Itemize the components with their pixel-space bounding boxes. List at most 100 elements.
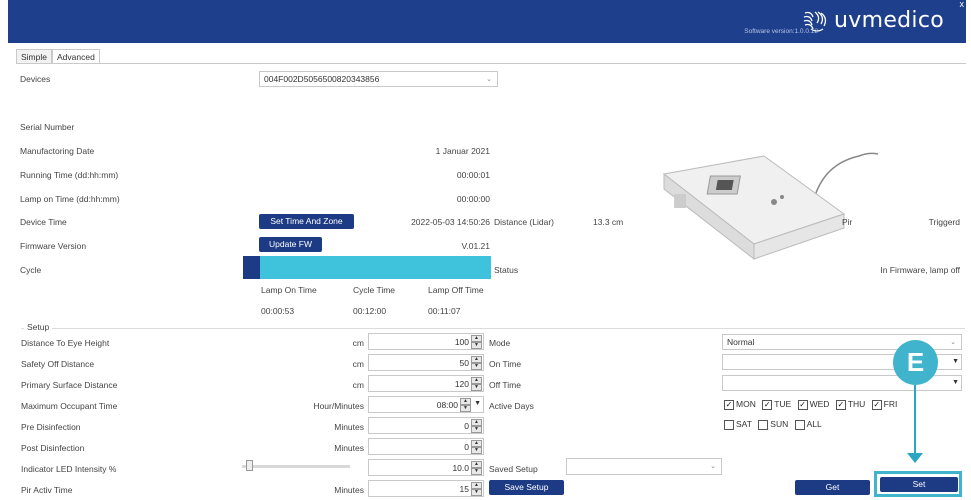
brand-name: uvmedico [834,8,944,33]
spin-buttons[interactable]: ▲ ▼ [471,419,482,433]
spin-down-icon[interactable]: ▼ [471,489,482,496]
setup-row-label: Maximum Occupant Time [21,401,118,411]
day-checkbox-all[interactable]: ALL [794,419,822,430]
checkbox-checked[interactable]: ✓ [835,399,846,410]
chevron-down-icon: ⌄ [950,339,956,346]
post-disinfection-input[interactable]: 0 ▲ ▼ [368,438,484,455]
day-checkbox-sun[interactable]: SUN [758,419,788,430]
primary-surface-distance-input[interactable]: 120 ▲ ▼ [368,375,484,392]
spin-down-icon[interactable]: ▼ [471,342,482,349]
checkbox-unchecked[interactable] [758,419,769,430]
running-time-label: Running Time (dd:hh:mm) [20,170,119,180]
spin-buttons[interactable]: ▲ ▼ [471,335,482,349]
chevron-down-icon[interactable]: ▼ [952,379,959,386]
distance-label: Distance (Lidar) [494,217,554,227]
manufacturing-date-value: 1 Januar 2021 [435,146,490,156]
distance-to-eye-height-input[interactable]: 100 ▲ ▼ [368,333,484,350]
spin-up-icon[interactable]: ▲ [471,419,482,426]
setup-row-unit: Minutes [334,485,364,495]
distance-value: 13.3 cm [593,217,624,227]
checkbox-checked[interactable]: ✓ [871,399,882,410]
devices-dropdown[interactable]: 004F002D5056500820343856 ⌄ [259,71,498,87]
day-checkbox-tue[interactable]: ✓ TUE [762,399,792,410]
day-label: FRI [883,399,898,409]
set-time-zone-button[interactable]: Set Time And Zone [259,214,354,229]
software-version: Software version:1.0.0.12 [744,28,818,35]
led-intensity-slider-thumb[interactable] [246,460,253,471]
spin-value: 120 [454,379,469,389]
spin-buttons[interactable]: ▲ ▼ [471,440,482,454]
spin-up-icon[interactable]: ▲ [471,461,482,468]
chevron-down-icon[interactable]: ▼ [474,400,481,407]
spin-up-icon[interactable]: ▲ [471,356,482,363]
setup-row-label: Distance To Eye Height [21,338,110,348]
cycle-label: Cycle [20,265,42,275]
setup-row-label: Safety Off Distance [21,359,95,369]
day-label: WED [809,399,830,409]
spin-down-icon[interactable]: ▼ [471,426,482,433]
spin-up-icon[interactable]: ▲ [471,482,482,489]
lamp-off-time-header: Lamp Off Time [428,285,484,295]
spin-value: 08:00 [436,400,458,410]
spin-buttons[interactable]: ▲ ▼ [471,356,482,370]
pir-activ-time-input[interactable]: 15 ▲ ▼ [368,480,484,497]
spin-down-icon[interactable]: ▼ [471,447,482,454]
off-time-label: Off Time [489,380,521,390]
spin-up-icon[interactable]: ▲ [471,440,482,447]
spin-down-icon[interactable]: ▼ [471,363,482,370]
get-button[interactable]: Get [795,480,870,495]
tab-simple[interactable]: Simple [16,49,52,64]
pir-label: Pir [842,217,853,227]
chevron-down-icon[interactable]: ▼ [952,358,959,365]
setup-row-unit: Hour/Minutes [313,401,364,411]
spin-down-icon[interactable]: ▼ [471,468,482,475]
device-image [662,152,879,261]
spin-value: 100 [454,337,469,347]
day-label: THU [847,399,866,409]
spin-buttons[interactable]: ▲ ▼ [471,461,482,475]
day-checkbox-fri[interactable]: ✓ FRI [871,399,898,410]
spin-buttons[interactable]: ▲ ▼ [471,377,482,391]
safety-off-distance-input[interactable]: 50 ▲ ▼ [368,354,484,371]
lamp-on-time-header: Lamp On Time [261,285,317,295]
maximum-occupant-time-input[interactable]: 08:00 ▲ ▼ ▼ [368,396,484,413]
close-button[interactable]: x [960,0,965,9]
setup-row-label: Post Disinfection [21,443,85,453]
setup-title: Setup [24,322,53,332]
day-checkbox-sat[interactable]: SAT [724,419,752,430]
day-label: TUE [774,399,792,409]
checkbox-unchecked[interactable] [724,419,734,430]
devices-selected: 004F002D5056500820343856 [264,74,380,84]
checkbox-checked[interactable]: ✓ [797,399,808,410]
update-fw-button[interactable]: Update FW [259,237,322,252]
serial-number-label: Serial Number [20,122,75,132]
spin-buttons[interactable]: ▲ ▼ [460,398,471,412]
day-checkbox-thu[interactable]: ✓ THU [835,399,866,410]
spin-buttons[interactable]: ▲ ▼ [471,482,482,496]
devices-label: Devices [20,74,51,84]
led-intensity-input[interactable]: 10.0 ▲ ▼ [368,459,484,476]
cycle-time-header: Cycle Time [353,285,396,295]
spin-down-icon[interactable]: ▼ [460,405,471,412]
day-checkbox-wed[interactable]: ✓ WED [797,399,830,410]
pre-disinfection-input[interactable]: 0 ▲ ▼ [368,417,484,434]
saved-setup-label: Saved Setup [489,464,538,474]
active-days-label: Active Days [489,401,534,411]
led-intensity-slider-track[interactable] [242,465,350,468]
mode-selected: Normal [727,337,755,347]
checkbox-unchecked[interactable] [794,419,805,430]
checkbox-checked[interactable]: ✓ [724,399,734,410]
tab-advanced[interactable]: Advanced [51,49,100,64]
spin-down-icon[interactable]: ▼ [471,384,482,391]
setup-row-unit: cm [352,380,364,390]
checkbox-checked[interactable]: ✓ [762,399,773,410]
spin-up-icon[interactable]: ▲ [471,335,482,342]
day-checkbox-mon[interactable]: ✓ MON [724,399,756,410]
saved-setup-dropdown[interactable]: ⌄ [566,458,722,475]
mode-label: Mode [489,338,511,348]
spin-up-icon[interactable]: ▲ [460,398,471,405]
spin-value: 15 [459,484,469,494]
save-setup-button[interactable]: Save Setup [489,480,564,495]
day-label: MON [736,399,756,409]
spin-up-icon[interactable]: ▲ [471,377,482,384]
